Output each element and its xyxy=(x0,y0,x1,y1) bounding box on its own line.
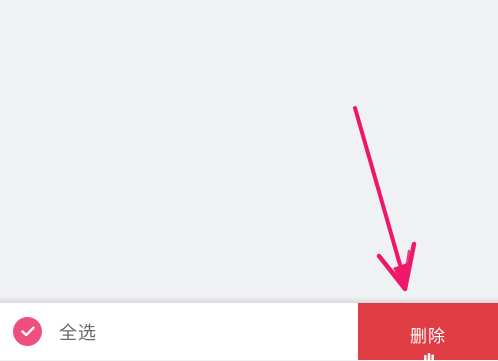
delete-button-label: 删除 xyxy=(410,322,446,347)
delete-button[interactable]: 删除 xyxy=(358,303,498,360)
check-circle-icon[interactable] xyxy=(13,317,42,346)
select-all-label: 全选 xyxy=(59,319,97,345)
select-all-toggle[interactable]: 全选 xyxy=(0,303,358,360)
list-content-area xyxy=(0,0,498,300)
bottom-action-bar: 全选 删除 xyxy=(0,303,498,360)
